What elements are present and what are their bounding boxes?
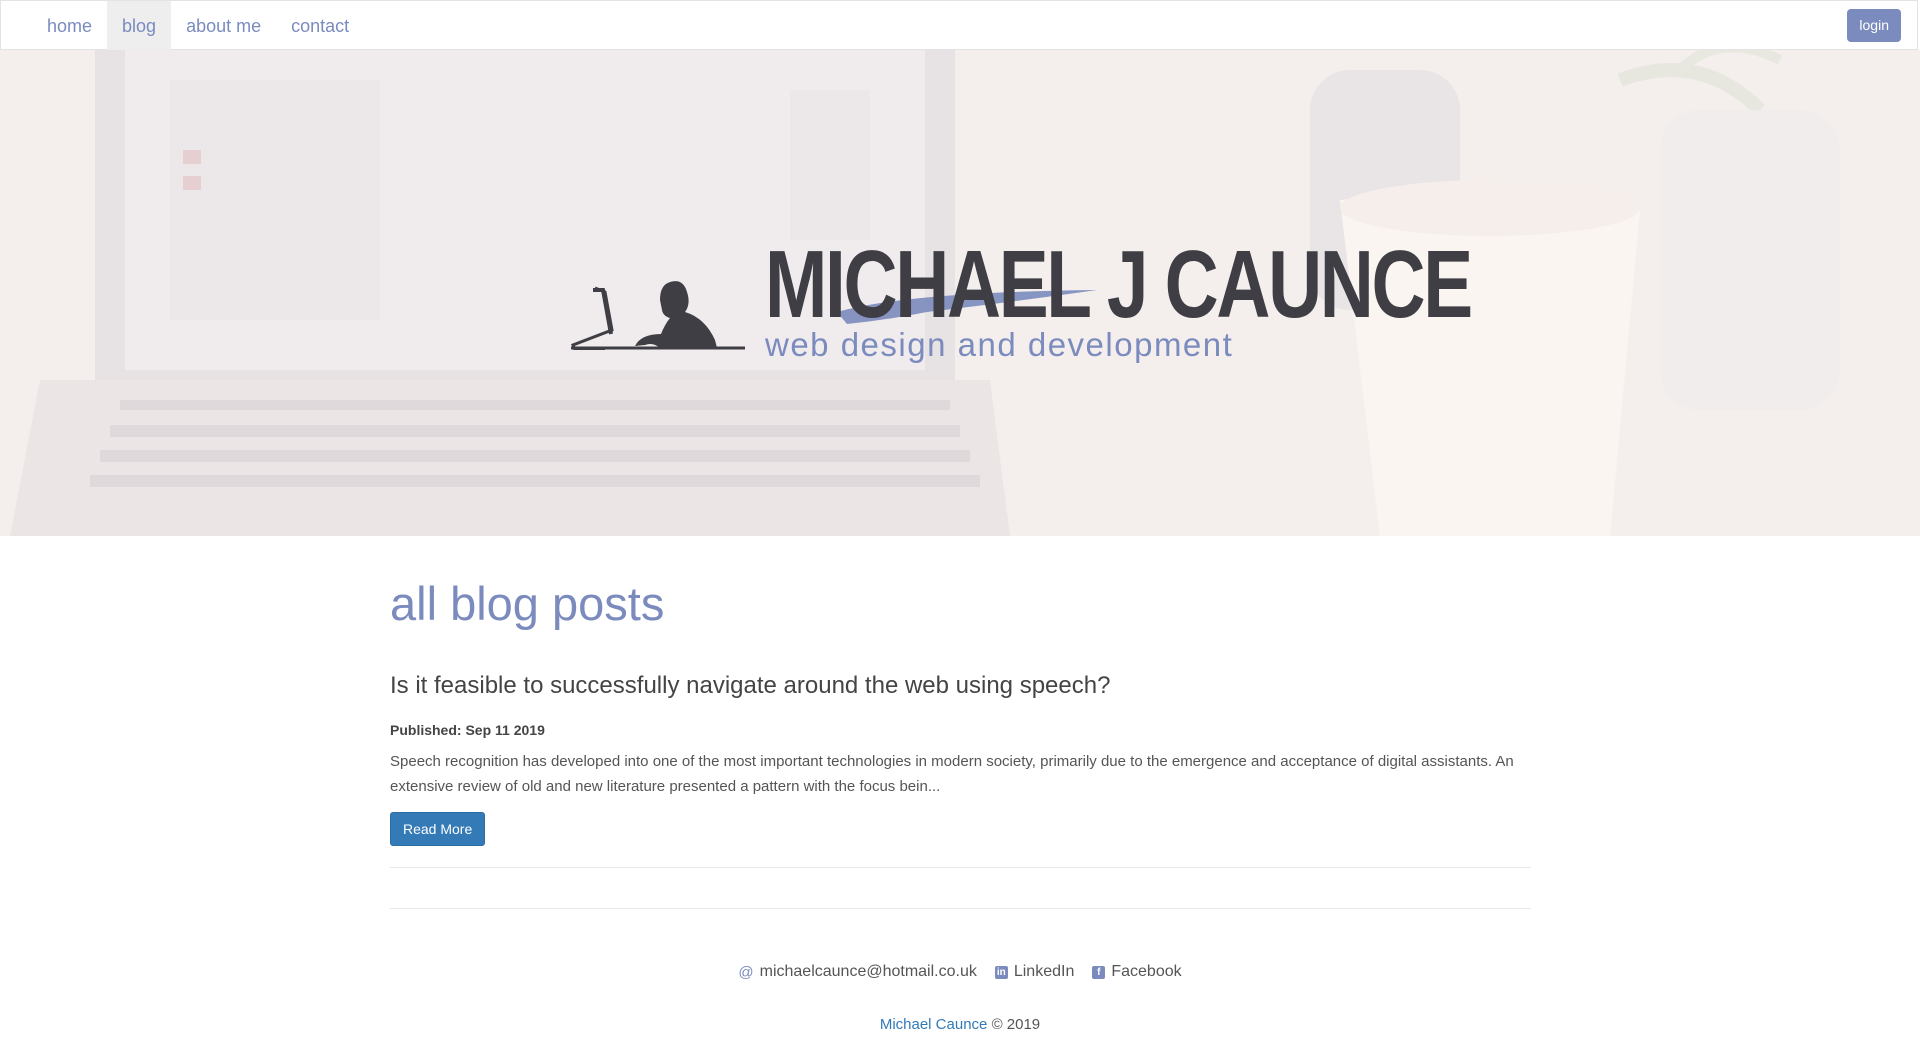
developer-silhouette-icon [571, 281, 745, 350]
page-title: all blog posts [390, 577, 665, 630]
copyright-year: © 2019 [991, 1016, 1041, 1033]
post-divider [390, 867, 1531, 868]
nav-blog-link[interactable]: blog [107, 1, 172, 51]
nav-links: home blog about me contact [32, 1, 364, 51]
top-navbar: home blog about me contact login [0, 0, 1918, 51]
nav-about-link[interactable]: about me [171, 1, 276, 51]
copyright: Michael Caunce © 2019 [0, 1016, 1920, 1033]
linkedin-text: LinkedIn [1013, 963, 1075, 980]
nav-contact-link[interactable]: contact [276, 1, 364, 51]
facebook-icon: f [1092, 965, 1106, 979]
email-text: michaelcaunce@hotmail.co.uk [759, 963, 977, 980]
facebook-link[interactable]: f Facebook [1092, 963, 1182, 981]
email-link[interactable]: @ michaelcaunce@hotmail.co.uk [738, 963, 976, 981]
published-label: Published: [390, 722, 462, 738]
facebook-text: Facebook [1111, 963, 1182, 980]
logo-tagline-text: web design and development [765, 326, 1234, 363]
read-more-button[interactable]: Read More [390, 812, 486, 846]
linkedin-link[interactable]: in LinkedIn [994, 963, 1075, 981]
logo-name-text: MICHAEL J CAUNCE [765, 231, 1473, 338]
post-title[interactable]: Is it feasible to successfully navigate … [390, 672, 1110, 700]
login-button[interactable]: login [1847, 9, 1901, 42]
published-date: Sep 11 2019 [465, 722, 545, 738]
hero-banner: MICHAEL J CAUNCE web design and developm… [0, 50, 1920, 536]
nav-home-link[interactable]: home [32, 1, 107, 51]
copyright-name-link[interactable]: Michael Caunce [880, 1016, 988, 1033]
footer-divider [390, 908, 1531, 909]
linkedin-icon: in [994, 965, 1008, 979]
post-excerpt: Speech recognition has developed into on… [390, 753, 1514, 795]
post-published-meta: Published: Sep 11 2019 [390, 722, 545, 738]
footer-links: @ michaelcaunce@hotmail.co.uk in LinkedI… [0, 963, 1920, 981]
at-icon: @ [738, 963, 754, 981]
